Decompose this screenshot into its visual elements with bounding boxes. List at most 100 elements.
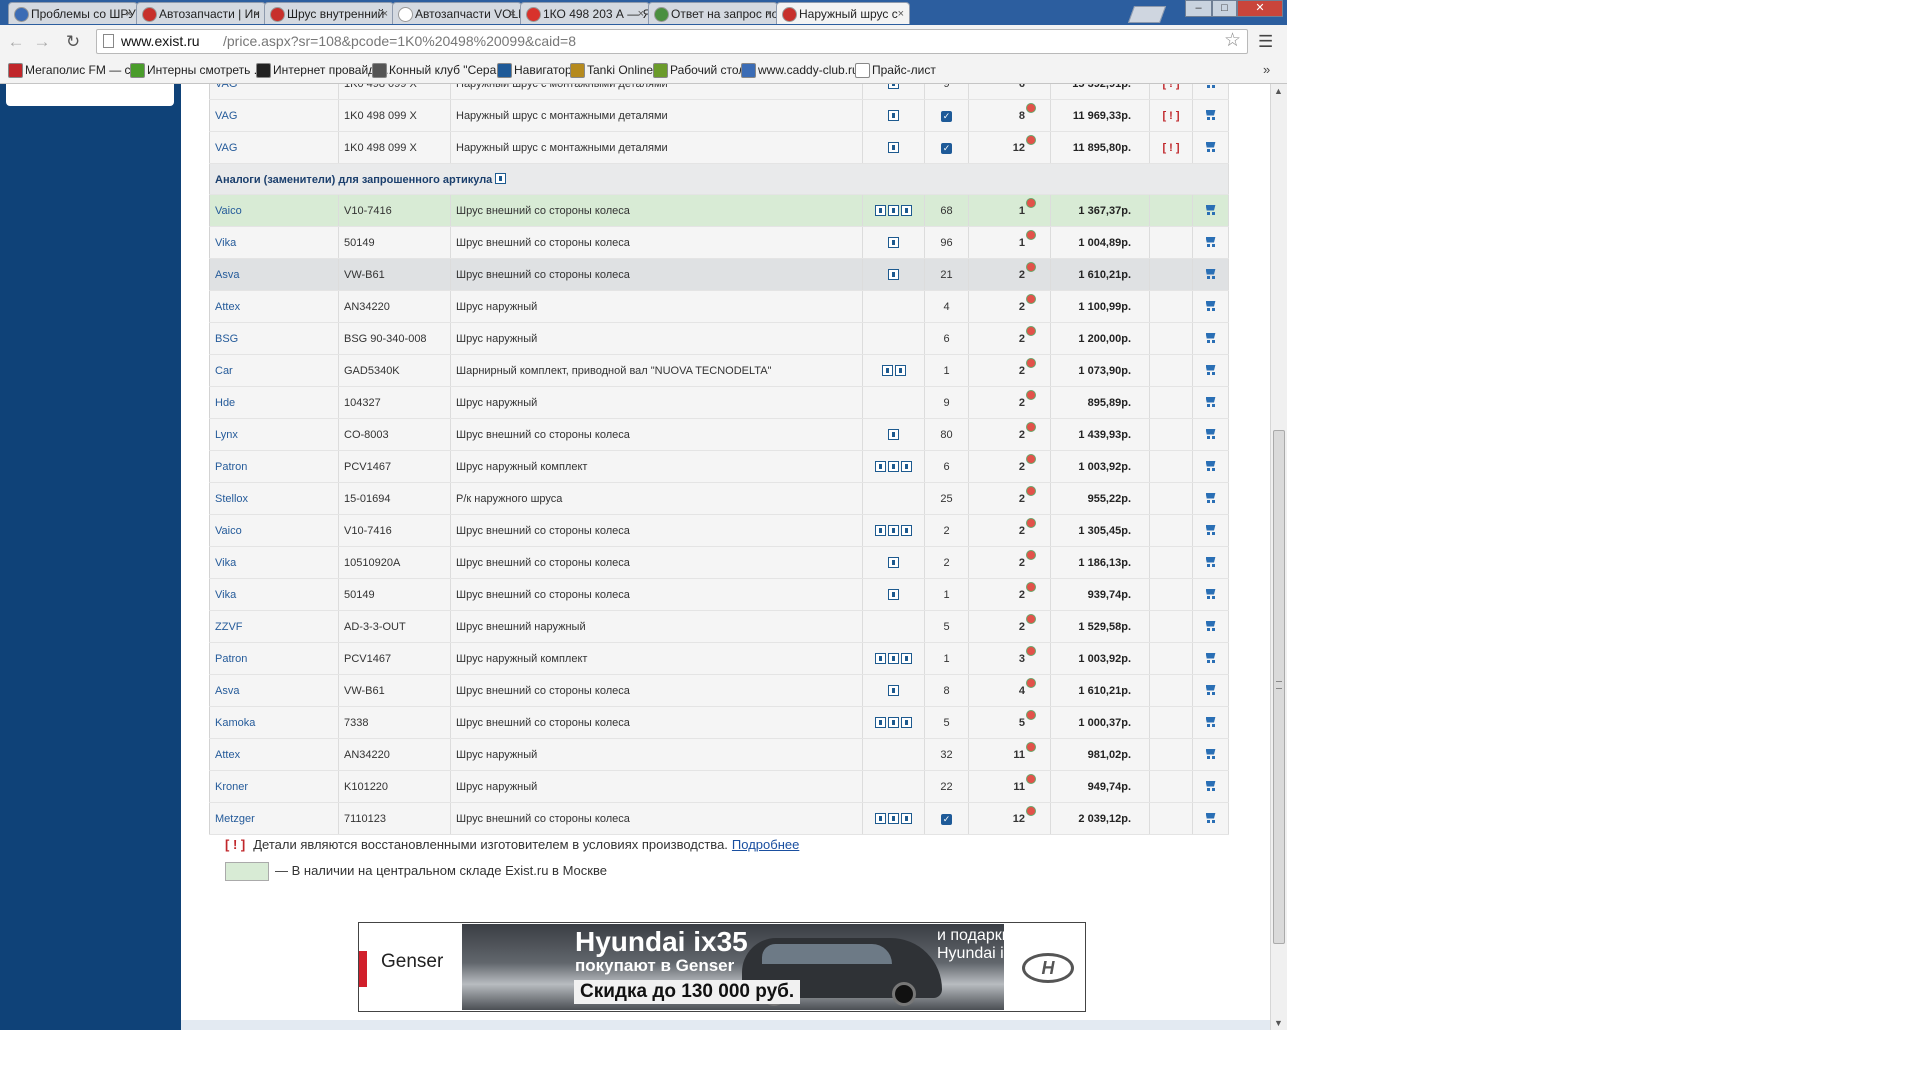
bookmark-item[interactable]: Прайс-лист xyxy=(855,59,936,81)
scroll-up-icon[interactable]: ▲ xyxy=(1274,86,1283,96)
add-to-cart-icon[interactable] xyxy=(1204,652,1218,663)
brand-link[interactable]: VAG xyxy=(215,110,237,122)
info-icon[interactable] xyxy=(888,236,899,248)
info-icon[interactable] xyxy=(888,268,899,280)
add-to-cart-icon[interactable] xyxy=(1204,84,1218,88)
brand-link[interactable]: Asva xyxy=(215,269,239,281)
info-icon[interactable] xyxy=(875,204,886,216)
bookmark-item[interactable]: Навигатор xyxy=(497,59,572,81)
tab-close-icon[interactable]: × xyxy=(382,3,388,24)
forward-icon[interactable]: → xyxy=(33,32,51,52)
add-to-cart-icon[interactable] xyxy=(1204,684,1218,695)
info-icon[interactable] xyxy=(888,141,899,153)
brand-link[interactable]: Vika xyxy=(215,557,236,569)
info-icon[interactable] xyxy=(901,524,912,536)
add-to-cart-icon[interactable] xyxy=(1204,332,1218,343)
browser-tab[interactable]: 1КО 498 203 А — Ян × xyxy=(520,2,650,24)
maximize-button[interactable]: □ xyxy=(1212,0,1237,17)
address-bar[interactable]: www.exist.ru /price.aspx?sr=108&pcode=1K… xyxy=(96,29,1248,54)
bookmarks-overflow-button[interactable]: » xyxy=(1263,59,1270,81)
add-to-cart-icon[interactable] xyxy=(1204,780,1218,791)
scroll-down-icon[interactable]: ▼ xyxy=(1274,1018,1283,1028)
brand-link[interactable]: VAG xyxy=(215,142,237,154)
bookmark-item[interactable]: Tanki Online xyxy=(570,59,653,81)
reload-icon[interactable]: ↻ xyxy=(64,32,82,52)
minimize-button[interactable]: – xyxy=(1185,0,1212,17)
info-icon[interactable] xyxy=(901,204,912,216)
info-icon[interactable] xyxy=(888,524,899,536)
add-to-cart-icon[interactable] xyxy=(1204,524,1218,535)
brand-link[interactable]: Vika xyxy=(215,237,236,249)
browser-tab[interactable]: Шрус внутренний × xyxy=(264,2,394,24)
info-icon[interactable] xyxy=(888,812,899,824)
info-icon[interactable] xyxy=(901,652,912,664)
browser-menu-icon[interactable]: ☰ xyxy=(1258,32,1273,52)
tab-close-icon[interactable]: × xyxy=(126,3,132,24)
add-to-cart-icon[interactable] xyxy=(1204,109,1218,120)
brand-link[interactable]: Kamoka xyxy=(215,717,255,729)
brand-link[interactable]: Car xyxy=(215,365,233,377)
info-icon[interactable] xyxy=(888,204,899,216)
scroll-thumb[interactable] xyxy=(1273,430,1285,944)
bookmark-item[interactable]: Интерны смотреть ... xyxy=(130,59,264,81)
browser-tab[interactable]: Автозапчасти VOLK × xyxy=(392,2,522,24)
back-icon[interactable]: ← xyxy=(7,32,25,52)
info-icon[interactable] xyxy=(888,84,899,89)
brand-link[interactable]: Patron xyxy=(215,461,247,473)
add-to-cart-icon[interactable] xyxy=(1204,748,1218,759)
tab-close-icon[interactable]: × xyxy=(638,3,644,24)
bookmark-item[interactable]: Мегаполис FM — с... xyxy=(8,59,141,81)
info-icon[interactable] xyxy=(888,652,899,664)
add-to-cart-icon[interactable] xyxy=(1204,812,1218,823)
add-to-cart-icon[interactable] xyxy=(1204,556,1218,567)
vertical-scrollbar[interactable]: ▲ ▼ xyxy=(1270,84,1287,1030)
info-icon[interactable] xyxy=(888,588,899,600)
brand-link[interactable]: Vaico xyxy=(215,205,242,217)
info-icon[interactable] xyxy=(875,460,886,472)
add-to-cart-icon[interactable] xyxy=(1204,620,1218,631)
brand-link[interactable]: Metzger xyxy=(215,813,255,825)
info-icon[interactable] xyxy=(901,812,912,824)
close-window-button[interactable]: ✕ xyxy=(1237,0,1283,17)
add-to-cart-icon[interactable] xyxy=(1204,364,1218,375)
add-to-cart-icon[interactable] xyxy=(1204,460,1218,471)
add-to-cart-icon[interactable] xyxy=(1204,588,1218,599)
new-tab-button[interactable] xyxy=(1127,6,1167,23)
info-icon[interactable] xyxy=(875,716,886,728)
brand-link[interactable]: Patron xyxy=(215,653,247,665)
browser-tab[interactable]: Автозапчасти | Ин × xyxy=(136,2,266,24)
brand-link[interactable]: BSG xyxy=(215,333,238,345)
brand-link[interactable]: Hde xyxy=(215,397,235,409)
browser-tab[interactable]: Ответ на запрос по × xyxy=(648,2,778,24)
brand-link[interactable]: Attex xyxy=(215,749,240,761)
brand-link[interactable]: Vika xyxy=(215,589,236,601)
info-icon[interactable] xyxy=(888,428,899,440)
add-to-cart-icon[interactable] xyxy=(1204,268,1218,279)
brand-link[interactable]: Kroner xyxy=(215,781,248,793)
brand-link[interactable]: VAG xyxy=(215,84,237,90)
more-info-link[interactable]: Подробнее xyxy=(732,837,799,852)
add-to-cart-icon[interactable] xyxy=(1204,300,1218,311)
brand-link[interactable]: Vaico xyxy=(215,525,242,537)
info-icon[interactable] xyxy=(888,109,899,121)
info-icon[interactable] xyxy=(888,716,899,728)
brand-link[interactable]: Lynx xyxy=(215,429,238,441)
add-to-cart-icon[interactable] xyxy=(1204,141,1218,152)
info-icon[interactable] xyxy=(875,524,886,536)
brand-link[interactable]: ZZVF xyxy=(215,621,243,633)
ad-banner[interactable]: Genser Hyundai ix35 покупают в Genser Ск… xyxy=(358,922,1086,1012)
add-to-cart-icon[interactable] xyxy=(1204,396,1218,407)
info-icon[interactable] xyxy=(888,460,899,472)
info-icon[interactable] xyxy=(875,652,886,664)
tab-close-icon[interactable]: × xyxy=(254,3,260,24)
bookmark-item[interactable]: www.caddy-club.ru xyxy=(741,59,859,81)
browser-tab[interactable]: Проблемы со ШРУ × xyxy=(8,2,138,24)
bookmark-star-icon[interactable]: ☆ xyxy=(1224,30,1241,52)
brand-link[interactable]: Asva xyxy=(215,685,239,697)
add-to-cart-icon[interactable] xyxy=(1204,236,1218,247)
info-icon[interactable] xyxy=(875,812,886,824)
help-icon[interactable] xyxy=(495,173,507,184)
brand-link[interactable]: Attex xyxy=(215,301,240,313)
tab-close-icon[interactable]: × xyxy=(510,3,516,24)
info-icon[interactable] xyxy=(888,684,899,696)
